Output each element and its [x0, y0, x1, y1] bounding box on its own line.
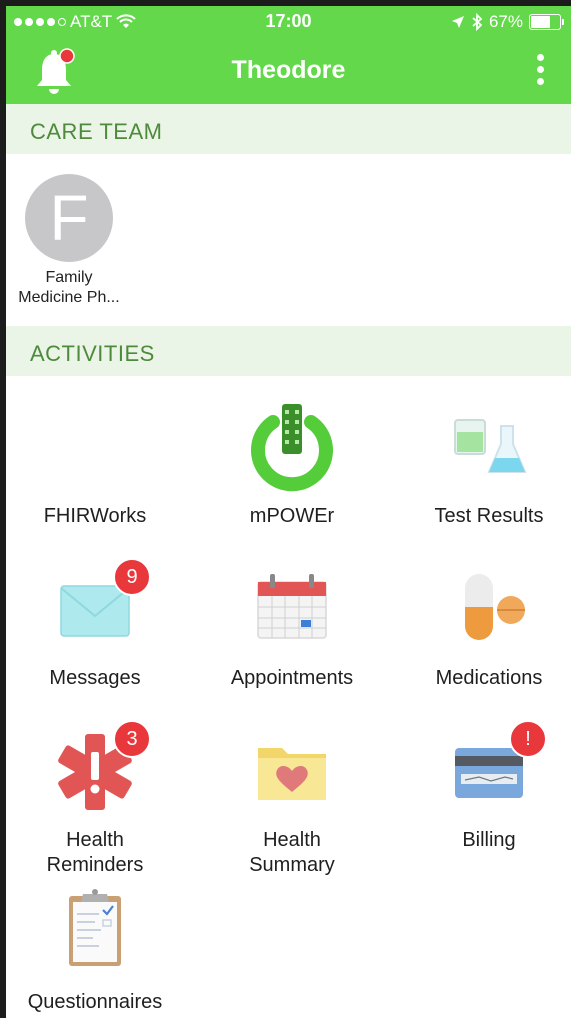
- label-line2: Summary: [249, 854, 335, 876]
- location-arrow-icon: [451, 16, 464, 28]
- activity-mpower[interactable]: mPOWEr: [197, 398, 387, 529]
- activity-label: Questionnaires: [27, 991, 163, 1013]
- activity-questionnaires[interactable]: Questionnaires: [6, 884, 190, 1015]
- reminders-badge: 3: [113, 720, 151, 758]
- activity-label: Health Summary: [197, 828, 387, 878]
- clipboard-icon: [45, 884, 145, 984]
- care-team-title: CARE TEAM: [30, 119, 163, 144]
- care-team-member[interactable]: F Family Medicine Ph...: [10, 174, 128, 308]
- activity-test-results[interactable]: Test Results: [394, 398, 571, 529]
- pill-icon: [439, 560, 539, 660]
- avatar: F: [25, 174, 113, 262]
- activity-label: Billing: [462, 829, 516, 851]
- power-icon: [242, 398, 342, 498]
- billing-alert-badge: !: [509, 720, 547, 758]
- label-line2: Reminders: [46, 854, 144, 876]
- more-options-icon[interactable]: [535, 54, 545, 90]
- fhirworks-icon: [45, 398, 145, 498]
- activity-label: mPOWEr: [249, 505, 335, 527]
- activity-health-reminders[interactable]: 3 Health Reminders: [6, 720, 190, 878]
- activity-billing[interactable]: ! Billing: [394, 720, 571, 853]
- activities-title: ACTIVITIES: [30, 341, 155, 366]
- activities-header: ACTIVITIES: [6, 326, 571, 376]
- activity-messages[interactable]: 9 Messages: [6, 558, 190, 691]
- label-line1: Health: [263, 829, 321, 851]
- activity-label: Test Results: [434, 505, 544, 527]
- member-name-line1: Family: [45, 269, 93, 286]
- medical-alert-icon: 3: [45, 720, 151, 822]
- activity-appointments[interactable]: Appointments: [197, 560, 387, 691]
- label-line1: Health: [66, 829, 124, 851]
- activity-medications[interactable]: Medications: [394, 560, 571, 691]
- care-team-header: CARE TEAM: [6, 104, 571, 154]
- battery-percent: 67%: [488, 12, 523, 31]
- activity-health-summary[interactable]: Health Summary: [197, 722, 387, 878]
- member-name-line2: Medicine Ph...: [18, 289, 120, 306]
- status-right: 67%: [451, 12, 564, 32]
- folder-heart-icon: [242, 722, 342, 822]
- credit-card-icon: !: [439, 720, 547, 822]
- activity-label: FHIRWorks: [43, 505, 147, 527]
- member-name: Family Medicine Ph...: [10, 268, 128, 308]
- app-header: AT&T 17:00 67% Theodore: [6, 6, 571, 104]
- app-screen: AT&T 17:00 67% Theodore CARE TEAM F Fami…: [6, 6, 571, 1018]
- calendar-icon: [242, 560, 342, 660]
- envelope-icon: 9: [45, 558, 151, 660]
- lab-flasks-icon: [439, 398, 539, 498]
- activity-fhirworks[interactable]: FHIRWorks: [6, 398, 190, 529]
- page-title: Theodore: [231, 56, 346, 84]
- activity-label: Medications: [435, 667, 543, 689]
- activity-label: Appointments: [230, 667, 354, 689]
- activity-label: Health Reminders: [6, 828, 190, 878]
- bluetooth-icon: [472, 13, 483, 31]
- activity-label: Messages: [49, 667, 141, 689]
- status-bar: AT&T 17:00 67%: [6, 6, 571, 38]
- battery-icon: [529, 14, 564, 30]
- messages-badge: 9: [113, 558, 151, 596]
